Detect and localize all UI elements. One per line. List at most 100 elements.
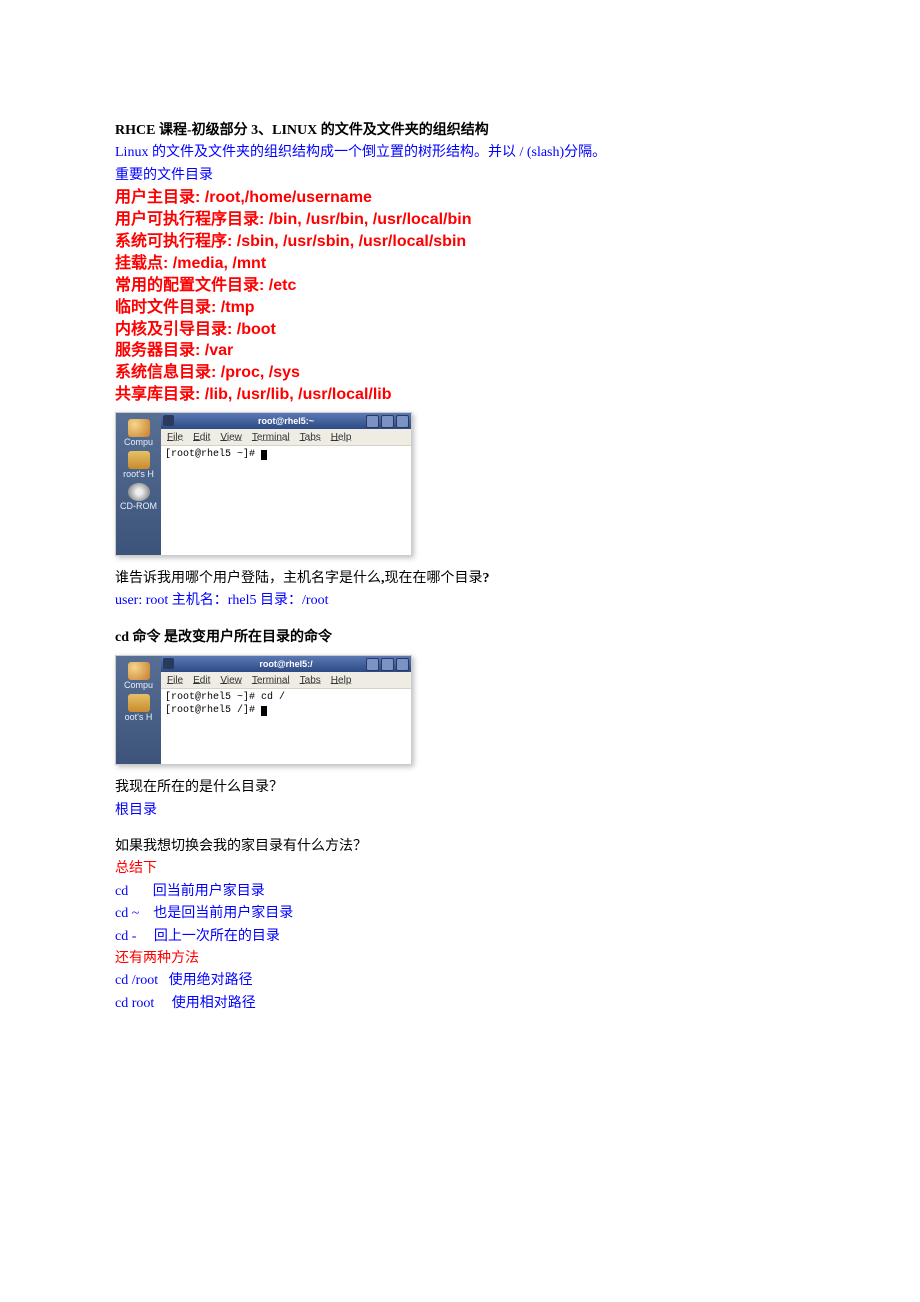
folder-icon <box>128 451 150 469</box>
minimize-icon <box>366 415 379 428</box>
a1-c: rhel5 <box>228 593 260 608</box>
t-b: 课程-初级部分 <box>155 123 251 138</box>
term-right: root@rhel5:~ FileEditViewTerminalTabsHel… <box>161 413 411 555</box>
dir-label-cn: 服务器目录 <box>115 342 195 359</box>
menu-help: Help <box>331 675 352 686</box>
t-f: 的文件及文件夹的组织结构 <box>317 123 489 138</box>
cd-entry: cd /root 使用绝对路径 <box>115 970 805 992</box>
directory-entry: 系统信息目录: /proc, /sys <box>115 362 805 384</box>
directory-entry: 内核及引导目录: /boot <box>115 319 805 341</box>
window-buttons <box>366 415 409 428</box>
menu-tabs: Tabs <box>300 432 321 443</box>
directory-entry: 共享库目录: /lib, /usr/lib, /usr/local/lib <box>115 384 805 406</box>
directory-entry: 临时文件目录: /tmp <box>115 297 805 319</box>
dir-path: : /sbin, /usr/sbin, /usr/local/sbin <box>227 233 466 250</box>
comp-icon <box>128 662 150 680</box>
menu-help: Help <box>331 432 352 443</box>
cd-note: 使用绝对路径 <box>169 973 253 988</box>
window-icon <box>163 658 174 669</box>
dir-path: : /etc <box>259 277 296 294</box>
terminal-screenshot-1: Compuroot's HCD-ROM root@rhel5:~ FileEdi… <box>115 412 412 556</box>
pad <box>154 996 172 1011</box>
directory-entry: 用户可执行程序目录: /bin, /usr/bin, /usr/local/bi… <box>115 209 805 231</box>
q1-d: ? <box>483 571 490 586</box>
desk-label: oot's H <box>125 713 153 722</box>
directory-entry: 用户主目录: /root,/home/username <box>115 187 805 209</box>
cd-note: 也是回当前用户家目录 <box>153 906 293 921</box>
dir-path: : /boot <box>227 321 276 338</box>
maximize-icon <box>381 415 394 428</box>
t-a: RHCE <box>115 123 155 138</box>
cd-command: cd /root <box>115 973 158 988</box>
window-title: root@rhel5:~ <box>258 416 314 426</box>
question-1: 谁告诉我用哪个用户登陆，主机名字是什么,现在在哪个目录? <box>115 568 805 590</box>
directory-list: 用户主目录: /root,/home/username用户可执行程序目录: /b… <box>115 187 805 406</box>
window-icon <box>163 415 174 426</box>
close-icon <box>396 658 409 671</box>
menu-terminal: Terminal <box>252 675 290 686</box>
dir-label-cn: 挂载点 <box>115 255 163 272</box>
dir-path: : /var <box>195 342 233 359</box>
window-title: root@rhel5:/ <box>259 659 312 669</box>
intro-a: Linux <box>115 145 148 160</box>
desk-label: Compu <box>124 681 153 690</box>
cd-entry: cd root 使用相对路径 <box>115 993 805 1015</box>
dir-path: : /media, /mnt <box>163 255 266 272</box>
term-row: Compuroot's HCD-ROM root@rhel5:~ FileEdi… <box>116 413 411 555</box>
terminal-line: [root@rhel5 ~]# cd / <box>165 692 407 705</box>
pad <box>139 906 153 921</box>
intro-b: 的文件及文件夹的组织结构成一个倒立置的树形结构。并以 <box>148 145 519 160</box>
window-buttons <box>366 658 409 671</box>
menubar: FileEditViewTerminalTabsHelp <box>161 429 411 446</box>
cd-note: 回当前用户家目录 <box>153 884 265 899</box>
document-page: RHCE 课程-初级部分 3、LINUX 的文件及文件夹的组织结构 Linux … <box>0 0 920 1015</box>
desk-label: CD-ROM <box>120 502 157 511</box>
dir-label-cn: 临时文件目录 <box>115 299 211 316</box>
comp-icon <box>128 419 150 437</box>
intro-c: / (slash) <box>519 145 564 160</box>
menu-view: View <box>220 675 242 686</box>
term-right: root@rhel5:/ FileEditViewTerminalTabsHel… <box>161 656 411 764</box>
cd-entry: cd 回当前用户家目录 <box>115 881 805 903</box>
cd-command: cd ~ <box>115 906 139 921</box>
t-d: 、 <box>258 123 272 138</box>
terminal-screenshot-2: Compu oot's H root@rhel5:/ File Edit View Te… <box>115 655 412 765</box>
important-heading: 重要的文件目录 <box>115 165 805 187</box>
dir-label-cn: 系统可执行程序 <box>115 233 227 250</box>
desktop-strip: Compuroot's HCD-ROM <box>116 413 161 555</box>
dir-path: : /proc, /sys <box>211 364 300 381</box>
window-titlebar: root@rhel5:~ <box>161 413 411 429</box>
menu-file: File <box>167 432 183 443</box>
cd-heading: cd 命令 是改变用户所在目录的命令 <box>115 627 805 649</box>
summary-label: 总结下 <box>115 858 805 880</box>
dir-path: : /tmp <box>211 299 255 316</box>
dir-label-cn: 用户主目录 <box>115 189 195 206</box>
dir-label-cn: 共享库目录 <box>115 386 195 403</box>
q1-c: 现在在哪个目录 <box>385 571 483 586</box>
cd-note: 回上一次所在的目录 <box>154 929 280 944</box>
cd-entry: cd - 回上一次所在的目录 <box>115 926 805 948</box>
dir-path: : /bin, /usr/bin, /usr/local/bin <box>259 211 471 228</box>
question-2: 我现在所在的是什么目录？ <box>115 777 805 799</box>
terminal-line: [root@rhel5 ~]# <box>165 449 407 462</box>
menubar: FileEditViewTerminalTabsHelp <box>161 672 411 689</box>
pad <box>128 884 153 899</box>
window-titlebar: root@rhel5:/ <box>161 656 411 672</box>
t-e: LINUX <box>272 123 317 138</box>
cd-note: 使用相对路径 <box>172 996 256 1011</box>
cd-b: 命令 是改变用户所在目录的命令 <box>133 630 333 645</box>
menu-edit: Edit <box>193 675 210 686</box>
pad <box>158 973 169 988</box>
cd-list-2: cd /root 使用绝对路径cd root 使用相对路径 <box>115 970 805 1015</box>
desktop-strip: Compu oot's H <box>116 656 161 764</box>
intro-line: Linux 的文件及文件夹的组织结构成一个倒立置的树形结构。并以 / (slas… <box>115 142 805 164</box>
dir-path: : /lib, /usr/lib, /usr/local/lib <box>195 386 391 403</box>
answer-1: user: root 主机名：rhel5 目录：/root <box>115 590 805 612</box>
answer-2: 根目录 <box>115 800 805 822</box>
maximize-icon <box>381 658 394 671</box>
close-icon <box>396 415 409 428</box>
menu-file: File <box>167 675 183 686</box>
directory-entry: 常用的配置文件目录: /etc <box>115 275 805 297</box>
cursor-icon <box>261 450 267 460</box>
a1-d: 目录： <box>260 593 302 608</box>
